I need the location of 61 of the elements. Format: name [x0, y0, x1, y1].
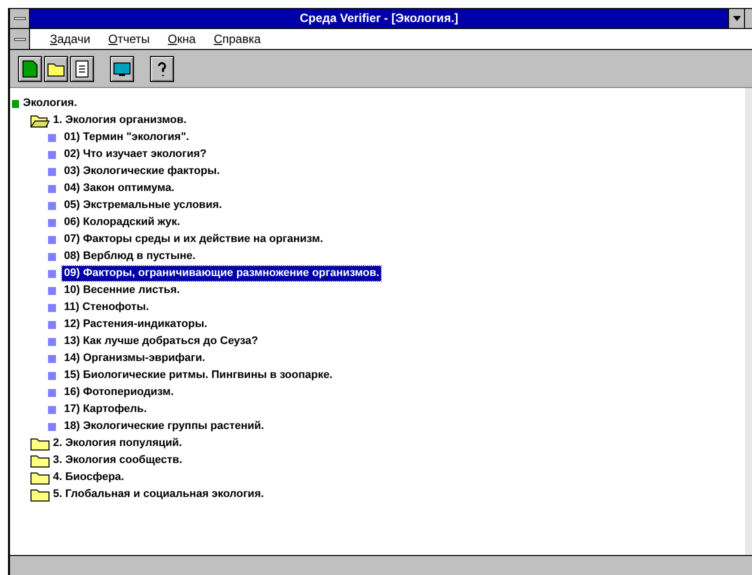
minimize-button[interactable]: [728, 9, 744, 28]
tree-item[interactable]: 2. Экология популяций.: [51, 436, 184, 451]
tree-item[interactable]: 13) Как лучше добраться до Сеуза?: [62, 334, 260, 349]
tree-item[interactable]: 17) Картофель.: [62, 402, 149, 417]
topic-icon: [48, 286, 56, 294]
topic-icon: [48, 372, 56, 380]
tree-item[interactable]: 11) Стенофоты.: [62, 300, 151, 315]
topic-icon: [48, 252, 56, 260]
document-menu-button[interactable]: [10, 29, 30, 49]
topic-icon: [48, 202, 56, 210]
tree-item[interactable]: 03) Экологические факторы.: [62, 164, 222, 179]
tree-item[interactable]: 09) Факторы, ограничивающие размножение организмов.: [62, 266, 382, 281]
tree-item[interactable]: Экология.: [21, 96, 80, 111]
caret-icon: [732, 16, 740, 22]
topic-icon: [48, 236, 56, 244]
menu-item[interactable]: Окна: [168, 30, 196, 48]
topic-icon: [48, 184, 56, 192]
tree-item[interactable]: 14) Организмы-эврифаги.: [62, 351, 208, 366]
topic-icon: [48, 218, 56, 226]
folder-icon: [47, 60, 65, 76]
document-button[interactable]: [18, 56, 42, 82]
page-button[interactable]: [70, 56, 94, 82]
tree-item[interactable]: 4. Биосфера.: [51, 470, 126, 485]
menu-item[interactable]: Отчеты: [108, 30, 150, 48]
help-icon: [156, 60, 168, 78]
topic-icon: [48, 320, 56, 328]
topic-icon: [48, 134, 56, 142]
tree-item[interactable]: 16) Фотопериодизм.: [62, 385, 176, 400]
tree-item[interactable]: 18) Экологические группы растений.: [62, 419, 266, 434]
menu-item[interactable]: Задачи: [50, 30, 90, 48]
menu-item[interactable]: Справка: [214, 30, 261, 48]
tree-item[interactable]: 04) Закон оптимума.: [62, 181, 176, 196]
tree-item[interactable]: 05) Экстремальные условия.: [62, 198, 224, 213]
help-button[interactable]: [150, 56, 174, 82]
topic-icon: [48, 304, 56, 312]
topic-icon: [48, 354, 56, 362]
system-menu-button[interactable]: [10, 9, 30, 28]
tree-item[interactable]: 01) Термин "экология".: [62, 130, 192, 145]
tree-item[interactable]: 06) Колорадский жук.: [62, 215, 182, 230]
tree-item[interactable]: 02) Что изучает экология?: [62, 147, 209, 162]
topic-icon: [48, 338, 56, 346]
monitor-button[interactable]: [110, 56, 134, 82]
page-icon: [75, 60, 89, 78]
tree-item[interactable]: 5. Глобальная и социальная экология.: [51, 487, 266, 502]
topic-icon: [48, 388, 56, 396]
topic-icon: [48, 168, 56, 176]
folder-button[interactable]: [44, 56, 68, 82]
tree-item[interactable]: 1. Экология организмов.: [51, 113, 189, 128]
tree-item[interactable]: 10) Весенние листья.: [62, 283, 182, 298]
window-title: Среда Verifier - [Экология.]: [298, 10, 460, 27]
tree-item[interactable]: 07) Факторы среды и их действие на организм.: [62, 232, 326, 247]
tree-item[interactable]: 08) Верблюд в пустыне.: [62, 249, 198, 264]
tree-item[interactable]: 3. Экология сообществ.: [51, 453, 184, 468]
tree-item[interactable]: 15) Биологические ритмы. Пингвины в зоопарке.: [62, 368, 335, 383]
topic-icon: [48, 150, 56, 158]
document-icon: [22, 60, 38, 78]
tree-item[interactable]: 12) Растения-индикаторы.: [62, 317, 210, 332]
topic-icon: [48, 270, 56, 278]
topic-icon: [48, 406, 56, 414]
topic-icon: [48, 422, 56, 430]
monitor-icon: [113, 60, 131, 76]
